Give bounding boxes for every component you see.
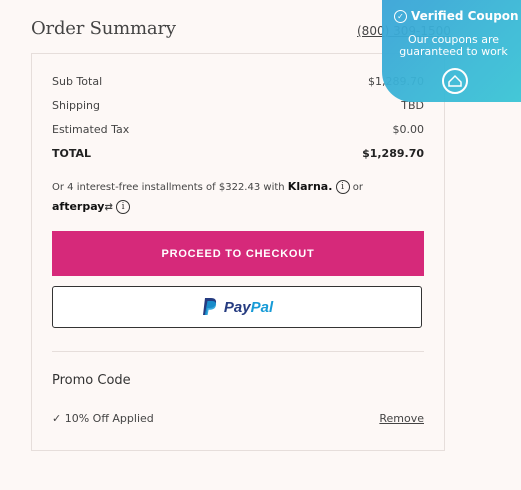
total-value: $1,289.70	[362, 147, 424, 160]
total-row: TOTAL $1,289.70	[52, 147, 424, 163]
page-title: Order Summary	[31, 18, 176, 39]
tax-value: $0.00	[392, 123, 425, 136]
subtotal-row: Sub Total $1,289.70	[52, 75, 424, 91]
tax-label: Estimated Tax	[52, 123, 130, 136]
paypal-wordmark-pal: Pal	[250, 298, 274, 316]
house-logo-icon	[442, 68, 468, 94]
afterpay-logo: afterpay	[52, 200, 105, 213]
remove-promo-link[interactable]: Remove	[379, 412, 424, 425]
afterpay-arrows-icon: ⇄	[104, 202, 113, 213]
klarna-logo: Klarna.	[287, 180, 333, 193]
coupon-header: ✓ Verified Coupon	[394, 9, 519, 23]
installments-text: Or 4 interest-free installments of $322.…	[52, 182, 285, 193]
shipping-row: Shipping TBD	[52, 99, 424, 115]
paypal-icon	[202, 298, 216, 315]
subtotal-label: Sub Total	[52, 75, 103, 88]
divider	[52, 351, 424, 352]
coupon-description: Our coupons are guaranteed to work	[399, 33, 508, 58]
paypal-wordmark-pay: Pay	[223, 298, 251, 316]
order-summary-card: Sub Total $1,289.70 Shipping TBD Estimat…	[31, 53, 445, 451]
promo-code-title: Promo Code	[52, 373, 131, 388]
verified-coupon-badge[interactable]: ✓ Verified Coupon Our coupons are guaran…	[382, 0, 521, 102]
afterpay-info-icon[interactable]: i	[116, 200, 131, 214]
coupon-title: Verified Coupon	[411, 9, 519, 23]
proceed-to-checkout-button[interactable]: PROCEED TO CHECKOUT	[52, 231, 424, 276]
shipping-label: Shipping	[52, 99, 100, 112]
total-label: TOTAL	[52, 147, 92, 160]
promo-applied-status: ✓ 10% Off Applied	[52, 412, 154, 425]
installments-or: or	[352, 182, 363, 193]
check-circle-icon: ✓	[394, 9, 407, 23]
installments-info: Or 4 interest-free installments of $322.…	[52, 177, 422, 217]
tax-row: Estimated Tax $0.00	[52, 123, 424, 139]
klarna-info-icon[interactable]: i	[335, 180, 350, 194]
paypal-button[interactable]: PayPal	[52, 286, 422, 328]
